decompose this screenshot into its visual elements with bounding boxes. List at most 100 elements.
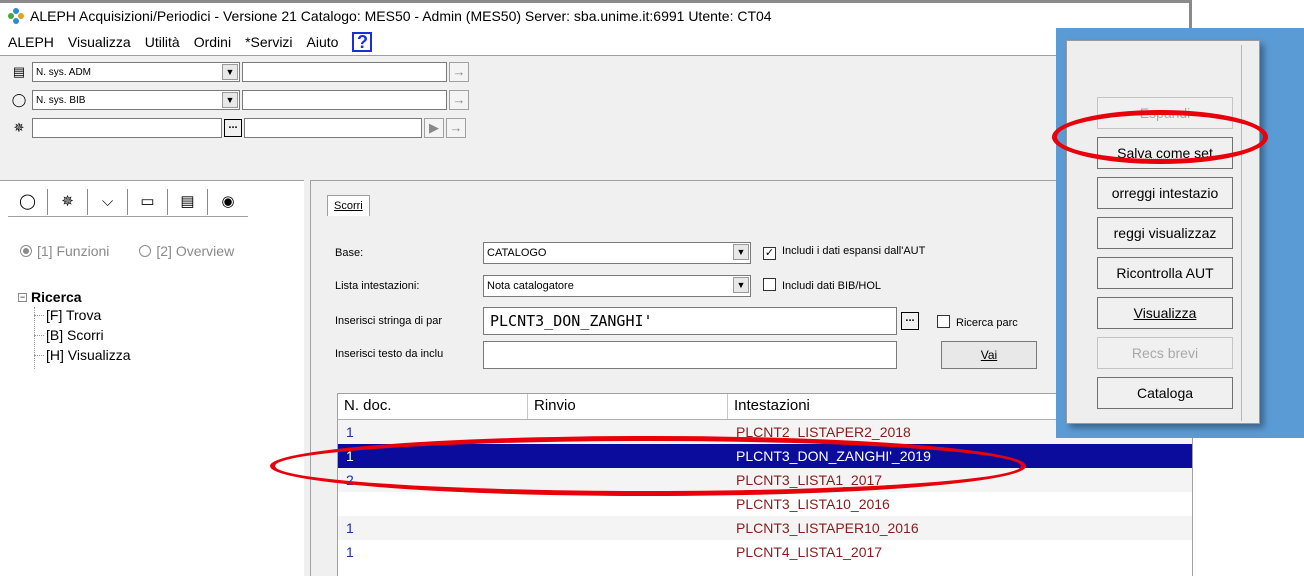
edit-display-button[interactable]: reggi visualizzaz [1097,217,1233,249]
brief-records-button[interactable]: Recs brevi [1097,337,1233,369]
help-icon[interactable]: ? [352,32,373,52]
tree-root-label: Ricerca [31,289,82,305]
bib-search-input[interactable] [242,90,447,110]
include-text-input[interactable] [483,341,897,369]
chevron-down-icon[interactable]: ▼ [733,244,749,260]
tree-item-visualizza[interactable]: [H] Visualizza [18,345,131,365]
toolbar-folder-icon[interactable]: ▭ [128,189,168,215]
bib-field-select[interactable]: N. sys. BIB ▼ [32,90,240,110]
tab-strip: Scorri [327,195,370,216]
browse-dots-button[interactable]: ... [901,312,919,330]
check-partial-search-label: Ricerca parc [956,317,1018,329]
recheck-aut-button[interactable]: Ricontrolla AUT [1097,257,1233,289]
play-icon[interactable]: ▶ [424,118,444,138]
cell-doc-count: 1 [346,520,354,536]
headings-list-label: Lista intestazioni: [335,280,420,292]
binoculars-icon[interactable]: ◉ [208,189,248,215]
include-text-label: Inserisci testo da inclu [335,348,444,360]
quick-search-row-vendor: ✵ ... ▶ → [0,116,1189,140]
go-button[interactable]: Vai [941,341,1037,369]
vendor-search-input[interactable] [244,118,422,138]
cell-heading: PLCNT3_LISTAPER10_2016 [736,520,919,536]
menu-divider [0,55,1189,56]
radio-funzioni-label: [1] Funzioni [37,243,110,259]
menu-ordini[interactable]: Ordini [194,34,231,50]
menu-aleph[interactable]: ALEPH [8,34,54,50]
browse-dots-button[interactable]: ... [224,119,242,137]
adm-go-arrow-icon[interactable]: → [449,62,469,82]
bib-go-arrow-icon[interactable]: → [449,90,469,110]
column-header-rinvio[interactable]: Rinvio [528,394,728,419]
window-title: ALEPH Acquisizioni/Periodici - Versione … [30,8,772,24]
quick-search-row-adm: ▤ N. sys. ADM ▼ → [0,60,1189,84]
book-icon[interactable]: ◯ [8,90,30,110]
headings-list-select[interactable]: Nota catalogatore ▼ [483,275,751,297]
cell-rinvio [528,540,728,564]
adm-field-select-value: N. sys. ADM [36,66,92,78]
aleph-logo-icon [8,8,24,24]
view-mode-radios: [1] Funzioni [2] Overview [20,243,234,259]
check-expanded-aut-label: Includi i dati espansi dall'AUT [782,245,926,257]
checkbox-checked-icon[interactable]: ✓ [763,247,776,260]
chevron-down-icon[interactable]: ▼ [733,277,749,293]
quick-search-row-bib: ◯ N. sys. BIB ▼ → [0,88,1189,112]
radio-overview[interactable]: [2] Overview [139,243,234,259]
bib-field-select-value: N. sys. BIB [36,94,86,106]
base-select-value: CATALOGO [487,247,547,259]
chevron-down-icon[interactable]: ▼ [222,92,238,108]
annotation-ellipse-save-set [1052,110,1268,164]
tab-scorri[interactable]: Scorri [327,195,370,216]
radio-funzioni[interactable]: [1] Funzioni [20,243,109,259]
table-row[interactable]: 1 PLCNT4_LISTA1_2017 [338,540,1192,564]
table-row[interactable]: PLCNT3_LISTA10_2016 [338,492,1192,516]
adm-field-select[interactable]: N. sys. ADM ▼ [32,62,240,82]
search-string-label: Inserisci stringa di par [335,315,442,327]
menu-utilita[interactable]: Utilità [145,34,180,50]
go-button-label: Vai [980,348,998,362]
vendor-go-arrow-icon[interactable]: → [446,118,466,138]
tree-item-scorri[interactable]: [B] Scorri [18,325,131,345]
chevron-down-icon[interactable]: ▼ [222,64,238,80]
check-bib-hol-label: Includi dati BIB/HOL [782,280,882,292]
cell-heading: PLCNT4_LISTA1_2017 [736,544,883,560]
tree-item-trova[interactable]: [F] Trova [18,305,131,325]
vendor-icon[interactable]: ✵ [8,118,30,138]
checkbox-icon[interactable] [937,315,950,328]
title-bar: ALEPH Acquisizioni/Periodici - Versione … [0,3,1189,29]
headings-list-select-value: Nota catalogatore [487,280,574,292]
context-menu-screenshot: Espandi Salva come set orreggi intestazi… [1056,28,1304,438]
list-icon[interactable]: ▤ [8,62,30,82]
base-label: Base: [335,247,364,259]
search-string-input[interactable]: PLCNT3_DON_ZANGHI' [483,307,897,335]
tree-root-ricerca[interactable]: − Ricerca [18,289,131,305]
function-tree: − Ricerca [F] Trova [B] Scorri [H] Visua… [18,289,131,369]
left-toolbar: ◯ ✵ ⌵ ▭ ▤ ◉ [8,189,248,217]
radio-overview-label: [2] Overview [156,243,235,259]
vendor-code-input[interactable] [32,118,222,138]
action-button-panel: Espandi Salva come set orreggi intestazi… [1066,40,1260,424]
menu-visualizza[interactable]: Visualizza [68,34,131,50]
cell-heading: PLCNT3_LISTA10_2016 [736,496,890,512]
column-header-doc[interactable]: N. doc. [338,394,528,419]
adm-search-input[interactable] [242,62,447,82]
check-partial-search[interactable]: Ricerca parc [937,315,1018,329]
scrollbar[interactable] [1241,45,1255,421]
cell-doc-count: 1 [346,544,354,560]
menu-bar: ALEPH Visualizza Utilità Ordini *Servizi… [0,29,1189,55]
toolbar-list-icon[interactable]: ▤ [168,189,208,215]
check-expanded-aut[interactable]: ✓ Includi i dati espansi dall'AUT [763,245,925,260]
base-select[interactable]: CATALOGO ▼ [483,242,751,264]
catalog-button[interactable]: Cataloga [1097,377,1233,409]
toolbar-basket-icon[interactable]: ⌵ [88,189,128,215]
toolbar-vendor-icon[interactable]: ✵ [48,189,88,215]
collapse-icon[interactable]: − [18,292,27,302]
edit-headings-button[interactable]: orreggi intestazio [1097,177,1233,209]
cell-doc-count [338,492,528,516]
table-row[interactable]: 1 PLCNT3_LISTAPER10_2016 [338,516,1192,540]
checkbox-icon[interactable] [763,278,776,291]
toolbar-book-icon[interactable]: ◯ [8,189,48,215]
menu-servizi[interactable]: *Servizi [245,34,292,50]
view-button[interactable]: Visualizza [1097,297,1233,329]
menu-aiuto[interactable]: Aiuto [307,34,339,50]
check-bib-hol[interactable]: Includi dati BIB/HOL [763,278,881,292]
